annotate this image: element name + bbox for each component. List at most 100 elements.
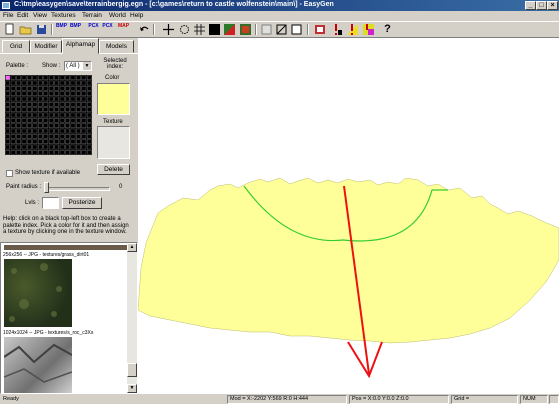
palette-cell[interactable] — [16, 118, 21, 123]
palette-cell[interactable] — [86, 96, 92, 102]
palette-cell[interactable] — [81, 118, 87, 123]
palette-cell[interactable] — [16, 139, 21, 144]
palette-cell[interactable] — [10, 80, 16, 86]
color-shade-icon[interactable] — [223, 23, 236, 36]
select-icon[interactable] — [178, 23, 191, 36]
tab-grid[interactable]: Grid — [2, 40, 30, 53]
scroll-thumb[interactable] — [127, 363, 137, 377]
palette-cell[interactable] — [27, 91, 32, 96]
palette-cell[interactable] — [76, 102, 81, 107]
palette-cell[interactable] — [5, 80, 11, 86]
palette-cell[interactable] — [5, 96, 11, 102]
palette-cell[interactable] — [48, 86, 54, 91]
palette-cell[interactable] — [10, 86, 16, 91]
palette-cell[interactable] — [21, 128, 27, 134]
palette-cell[interactable] — [21, 102, 27, 107]
palette-cell[interactable] — [16, 150, 21, 155]
undo-icon[interactable] — [138, 23, 151, 36]
palette-cell[interactable] — [65, 144, 70, 150]
menu-help[interactable]: Help — [130, 12, 143, 19]
palette-cell[interactable] — [10, 134, 16, 139]
minimize-button[interactable]: _ — [525, 1, 536, 10]
palette-cell[interactable] — [5, 75, 11, 80]
palette-cell[interactable] — [32, 123, 38, 128]
palette-cell[interactable] — [43, 96, 49, 102]
palette-cell[interactable] — [21, 91, 27, 96]
palette-cell[interactable] — [10, 112, 16, 118]
palette-cell[interactable] — [27, 144, 32, 150]
palette-cell[interactable] — [10, 150, 16, 155]
palette-cell[interactable] — [27, 112, 32, 118]
palette-cell[interactable] — [65, 96, 70, 102]
palette-cell[interactable] — [21, 86, 27, 91]
palette-cell[interactable] — [59, 150, 65, 155]
palette-cell[interactable] — [65, 107, 70, 112]
palette-cell[interactable] — [70, 75, 76, 80]
texture-thumb-partial[interactable] — [4, 245, 127, 250]
palette-cell[interactable] — [59, 75, 65, 80]
palette-cell[interactable] — [5, 128, 11, 134]
palette-cell[interactable] — [65, 134, 70, 139]
palette-cell[interactable] — [48, 144, 54, 150]
palette-cell[interactable] — [27, 139, 32, 144]
palette-cell[interactable] — [21, 107, 27, 112]
palette-cell[interactable] — [48, 102, 54, 107]
palette-cell[interactable] — [70, 144, 76, 150]
chevron-down-icon[interactable]: ▼ — [83, 62, 91, 70]
palette-cell[interactable] — [43, 91, 49, 96]
palette-cell[interactable] — [70, 118, 76, 123]
palette-cell[interactable] — [65, 91, 70, 96]
palette-cell[interactable] — [65, 128, 70, 134]
bmp-import-icon[interactable]: BMP — [55, 23, 68, 36]
palette-cell[interactable] — [38, 75, 43, 80]
palette-cell[interactable] — [48, 112, 54, 118]
palette-cell[interactable] — [32, 96, 38, 102]
posterize-button[interactable]: Posterize — [62, 197, 102, 209]
palette-cell[interactable] — [59, 112, 65, 118]
palette-cell[interactable] — [5, 144, 11, 150]
palette-cell[interactable] — [81, 134, 87, 139]
palette-cell[interactable] — [38, 128, 43, 134]
palette-cell[interactable] — [5, 123, 11, 128]
palette-cell[interactable] — [59, 118, 65, 123]
mark-magenta-icon[interactable] — [362, 23, 375, 36]
palette-cell[interactable] — [32, 112, 38, 118]
palette-cell[interactable] — [48, 96, 54, 102]
palette-cell[interactable] — [86, 134, 92, 139]
texture-list-scrollbar[interactable]: ▲ ▼ — [127, 243, 137, 393]
palette-cell[interactable] — [81, 112, 87, 118]
palette-cell[interactable] — [54, 118, 59, 123]
selected-color-swatch[interactable] — [97, 83, 130, 115]
palette-cell[interactable] — [16, 102, 21, 107]
palette-cell[interactable] — [16, 107, 21, 112]
palette-cell[interactable] — [76, 96, 81, 102]
palette-cell[interactable] — [32, 86, 38, 91]
blank-tool-icon[interactable] — [260, 23, 273, 36]
palette-cell[interactable] — [48, 118, 54, 123]
palette-cell[interactable] — [43, 118, 49, 123]
palette-cell[interactable] — [32, 150, 38, 155]
palette-cell[interactable] — [81, 107, 87, 112]
grid-view-icon[interactable] — [193, 23, 206, 36]
palette-cell[interactable] — [59, 139, 65, 144]
palette-cell[interactable] — [21, 144, 27, 150]
palette-cell[interactable] — [27, 96, 32, 102]
palette-cell[interactable] — [65, 150, 70, 155]
palette-cell[interactable] — [38, 91, 43, 96]
status-resize-grip[interactable] — [549, 395, 559, 404]
menu-terrain[interactable]: Terrain — [82, 12, 102, 19]
palette-cell[interactable] — [43, 75, 49, 80]
palette-cell[interactable] — [21, 150, 27, 155]
palette-cell[interactable] — [65, 80, 70, 86]
palette-cell[interactable] — [10, 139, 16, 144]
palette-cell[interactable] — [54, 139, 59, 144]
palette-cell[interactable] — [76, 134, 81, 139]
modifier-icon[interactable] — [314, 23, 327, 36]
palette-cell[interactable] — [65, 86, 70, 91]
palette-cell[interactable] — [86, 150, 92, 155]
palette-cell[interactable] — [21, 112, 27, 118]
palette-cell[interactable] — [81, 150, 87, 155]
palette-cell[interactable] — [38, 118, 43, 123]
palette-cell[interactable] — [43, 150, 49, 155]
palette-cell[interactable] — [48, 80, 54, 86]
